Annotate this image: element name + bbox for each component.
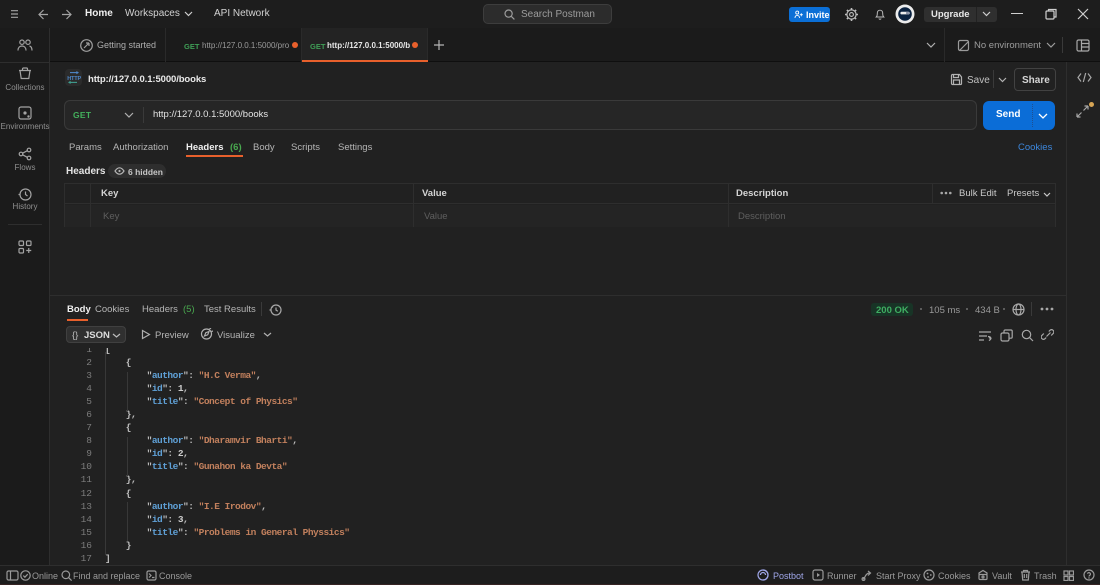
svg-text:HTTP: HTTP <box>67 76 81 82</box>
